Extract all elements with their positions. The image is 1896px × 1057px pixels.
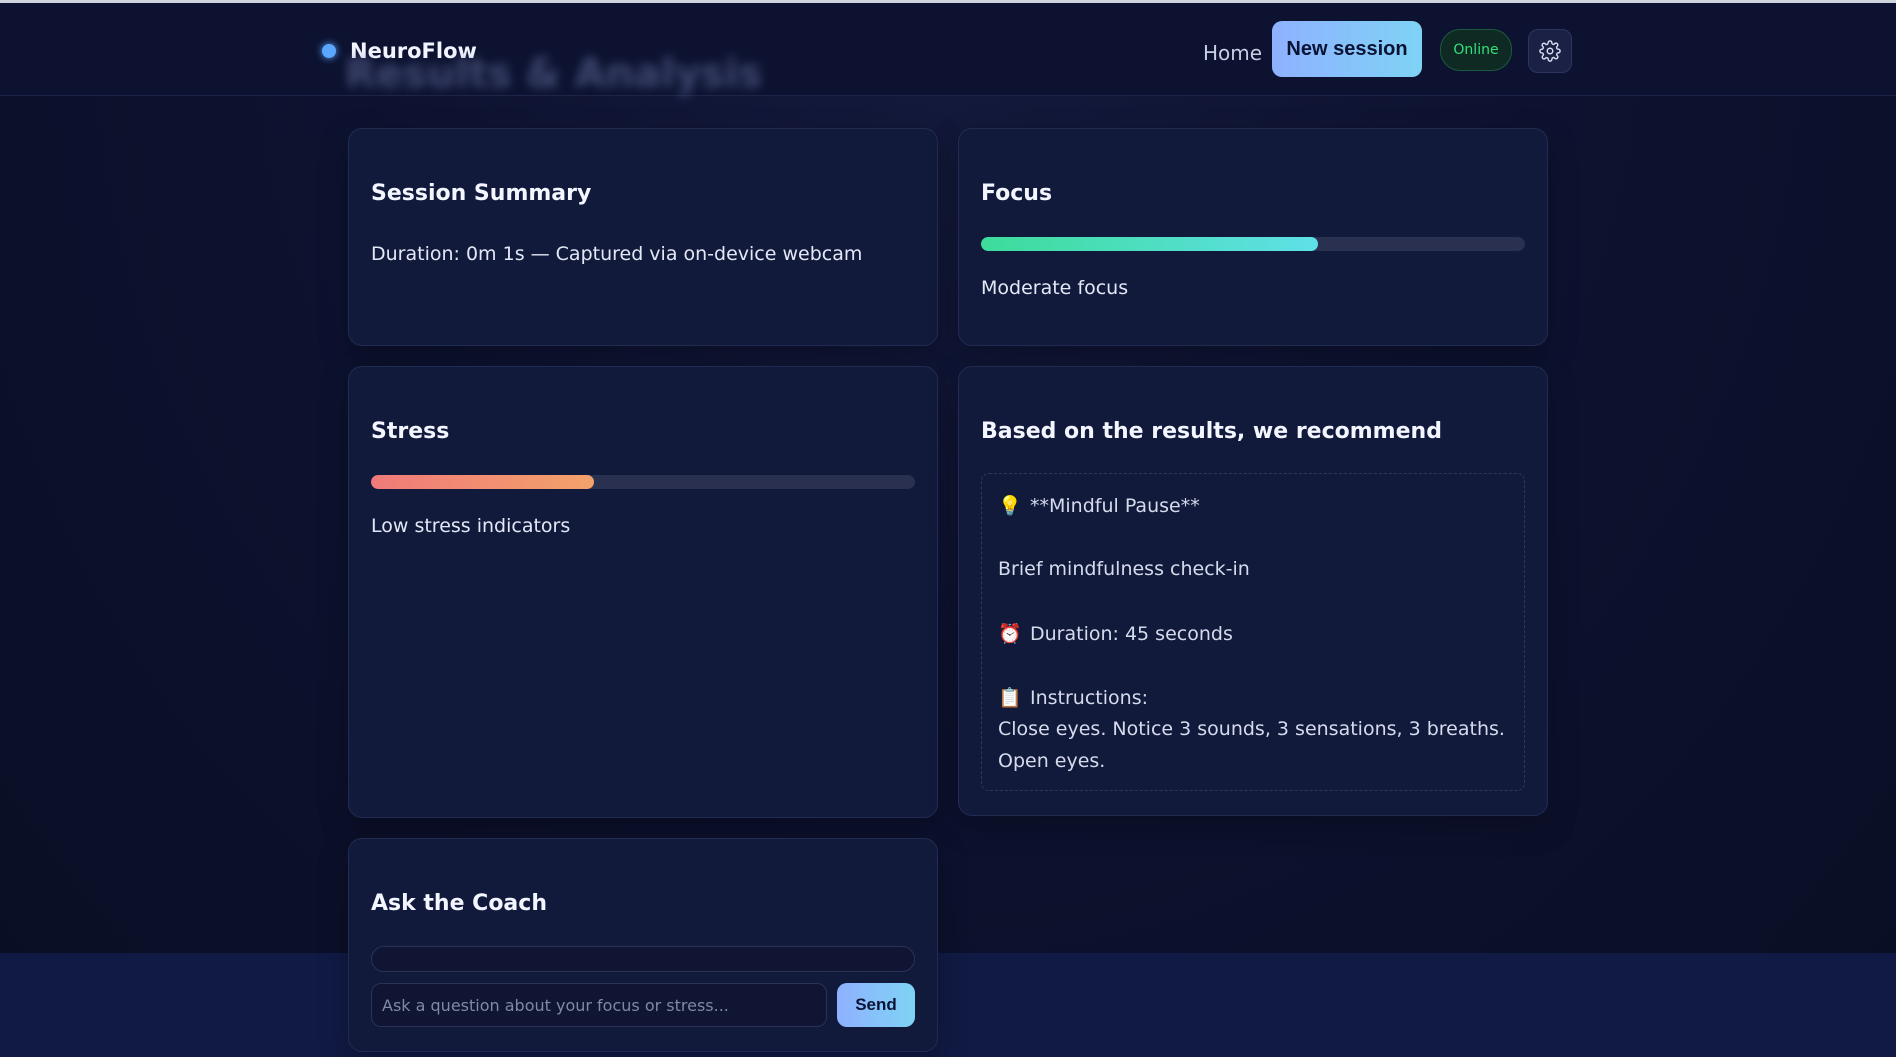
recommendation-instructions-line-1: Close eyes. Notice 3 sounds, 3 sensation… [998, 718, 1505, 740]
recommendation-description: Brief mindfulness check-in [998, 558, 1250, 580]
recommendation-instructions-line-2: Open eyes. [998, 750, 1106, 772]
recommendation-duration-text: Duration: 45 seconds [1030, 623, 1233, 645]
clipboard-icon: 📋 [998, 687, 1022, 709]
focus-meter [981, 237, 1525, 251]
focus-card: Focus Moderate focus [958, 128, 1548, 346]
brand-dot-icon [322, 44, 336, 58]
alarm-clock-icon: ⏰ [998, 623, 1022, 645]
nav-home-link[interactable]: Home [1203, 41, 1262, 65]
recommendation-box: 💡 **Mindful Pause** Brief mindfulness che… [981, 473, 1525, 791]
stress-meter [371, 475, 915, 489]
focus-title: Focus [981, 181, 1053, 206]
gear-icon [1539, 40, 1561, 62]
new-session-button[interactable]: New session [1272, 21, 1422, 77]
online-status-badge: Online [1440, 29, 1512, 71]
send-button[interactable]: Send [837, 983, 915, 1027]
coach-question-input[interactable] [371, 983, 827, 1027]
ask-coach-card: Ask the Coach Send [348, 838, 938, 1052]
recommendation-title: Based on the results, we recommend [981, 419, 1442, 444]
stress-card: Stress Low stress indicators [348, 366, 938, 818]
chat-log [371, 946, 915, 972]
lightbulb-icon: 💡 [998, 495, 1022, 517]
focus-level-text: Moderate focus [981, 277, 1129, 299]
session-summary-card: Session Summary Duration: 0m 1s — Captur… [348, 128, 938, 346]
ghost-page-title: Results & Analysis [345, 51, 763, 97]
stress-title: Stress [371, 419, 450, 444]
recommendation-card: Based on the results, we recommend 💡 **Mi… [958, 366, 1548, 816]
recommendation-instructions-label: 📋 Instructions: [998, 686, 1148, 709]
recommendation-name: 💡 **Mindful Pause** [998, 494, 1200, 517]
stress-level-text: Low stress indicators [371, 515, 571, 537]
focus-meter-fill [981, 237, 1319, 251]
settings-button[interactable] [1528, 29, 1572, 73]
recommendation-duration: ⏰ Duration: 45 seconds [998, 622, 1233, 645]
session-duration-text: Duration: 0m 1s — Captured via on-device… [371, 243, 863, 265]
instructions-label-text: Instructions: [1030, 687, 1148, 709]
ask-coach-title: Ask the Coach [371, 891, 547, 916]
recommendation-name-text: **Mindful Pause** [1030, 495, 1200, 517]
footer-band [0, 953, 1896, 1057]
session-summary-title: Session Summary [371, 181, 592, 206]
top-header: NeuroFlow Results & Analysis Home New se… [0, 3, 1896, 97]
stress-meter-fill [371, 475, 595, 489]
